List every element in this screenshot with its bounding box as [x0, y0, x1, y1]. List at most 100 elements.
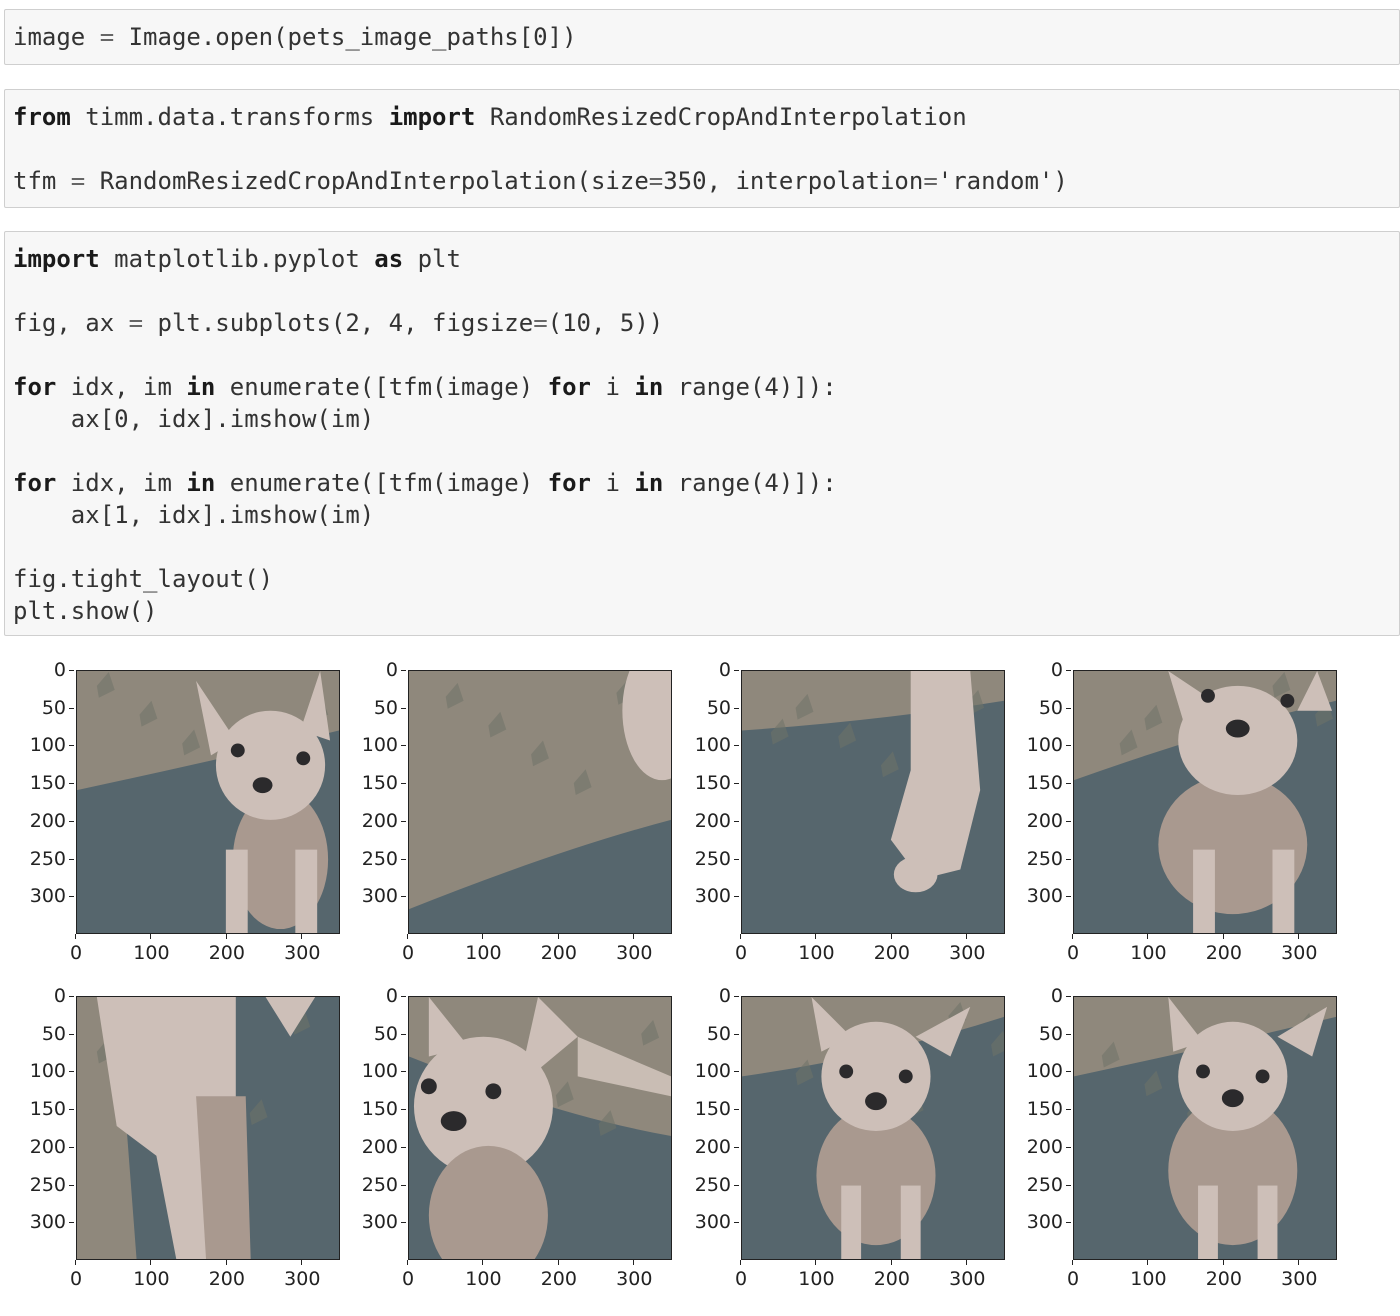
code-line: image = Image.open(pets_image_paths[0])	[13, 21, 577, 53]
y-tick-label: 300	[6, 1212, 74, 1232]
x-tick-label: 300	[937, 1260, 997, 1290]
x-tick-label: 200	[197, 934, 257, 964]
subplot-1-1: 0 50 100 150 200 250 300 0 100 200 300	[336, 986, 672, 1316]
code-text: tfm	[13, 167, 71, 195]
code-text: ax[0, idx].imshow(im)	[13, 405, 375, 433]
y-tick-label: 150	[338, 773, 406, 793]
code-keyword: for	[13, 469, 57, 497]
x-tick-label: 100	[786, 1260, 846, 1290]
y-tick-label: 100	[338, 1061, 406, 1081]
code-text: range(4)]):	[663, 373, 837, 401]
x-tick-label: 200	[529, 1260, 589, 1290]
y-tick-label: 300	[671, 1212, 739, 1232]
code-text: RandomResizedCropAndInterpolation	[475, 103, 967, 131]
code-text: plt	[403, 245, 461, 273]
subplot-0-2: 0 50 100 150 200 250 300 0 100 200 300	[669, 660, 1005, 990]
code-text: idx, im	[56, 469, 187, 497]
code-keyword: as	[374, 245, 404, 273]
code-text: ax[1, idx].imshow(im)	[13, 501, 375, 529]
y-tick-label: 0	[671, 660, 739, 680]
y-tick-label: 200	[6, 811, 74, 831]
y-tick-label: 0	[1003, 660, 1071, 680]
code-keyword: in	[634, 373, 664, 401]
y-tick-label: 50	[338, 1024, 406, 1044]
y-tick-label: 0	[1003, 986, 1071, 1006]
y-tick-label: 150	[671, 773, 739, 793]
y-tick-label: 250	[1003, 1175, 1071, 1195]
code-operator: =	[648, 167, 664, 195]
y-tick-label: 100	[6, 1061, 74, 1081]
x-tick-label: 0	[46, 934, 106, 964]
code-text: 350, interpolation	[663, 167, 924, 195]
subplot-image	[741, 670, 1005, 934]
code-text: i	[591, 373, 635, 401]
y-tick-label: 150	[1003, 773, 1071, 793]
code-text: idx, im	[56, 373, 187, 401]
y-tick-label: 50	[1003, 1024, 1071, 1044]
x-tick-label: 0	[1043, 1260, 1103, 1290]
y-tick-label: 200	[671, 811, 739, 831]
y-tick-label: 0	[338, 660, 406, 680]
code-text: fig.tight_layout()	[13, 565, 274, 593]
x-tick-label: 200	[1194, 1260, 1254, 1290]
code-text: fig, ax	[13, 309, 129, 337]
code-keyword: in	[634, 469, 664, 497]
subplot-1-2: 0 50 100 150 200 250 300 0 100 200 300	[669, 986, 1005, 1316]
y-tick-label: 100	[671, 1061, 739, 1081]
y-tick-label: 200	[671, 1137, 739, 1157]
y-tick-label: 100	[6, 735, 74, 755]
y-tick-label: 100	[671, 735, 739, 755]
y-tick-label: 200	[1003, 811, 1071, 831]
y-tick-label: 300	[1003, 886, 1071, 906]
y-tick-label: 250	[338, 849, 406, 869]
y-tick-label: 50	[671, 698, 739, 718]
x-tick-label: 300	[1269, 1260, 1329, 1290]
x-tick-label: 200	[197, 1260, 257, 1290]
x-tick-label: 100	[121, 934, 181, 964]
y-tick-label: 250	[6, 849, 74, 869]
code-text: enumerate([tfm(image)	[215, 469, 548, 497]
x-tick-label: 300	[604, 934, 664, 964]
x-tick-label: 300	[1269, 934, 1329, 964]
code-operator: =	[70, 167, 86, 195]
y-tick-label: 200	[1003, 1137, 1071, 1157]
y-tick-label: 200	[338, 811, 406, 831]
code-cell-3[interactable]: import matplotlib.pyplot as plt​fig, ax …	[4, 231, 1400, 636]
y-tick-label: 150	[6, 773, 74, 793]
y-tick-label: 150	[671, 1099, 739, 1119]
code-line: from timm.data.transforms import RandomR…	[13, 101, 967, 133]
code-cell-1[interactable]: image = Image.open(pets_image_paths[0])	[4, 9, 1400, 65]
subplot-1-3: 0 50 100 150 200 250 300 0 100 200 300	[1001, 986, 1337, 1316]
code-keyword: for	[547, 373, 592, 401]
y-tick-label: 300	[338, 886, 406, 906]
code-line: import matplotlib.pyplot as plt	[13, 243, 461, 275]
subplot-image	[76, 670, 340, 934]
y-tick-label: 150	[338, 1099, 406, 1119]
code-line: fig, ax = plt.subplots(2, 4, figsize=(10…	[13, 307, 663, 339]
code-keyword: import	[388, 103, 476, 131]
code-text: RandomResizedCropAndInterpolation(size	[85, 167, 649, 195]
y-tick-label: 0	[671, 986, 739, 1006]
y-tick-label: 50	[6, 1024, 74, 1044]
x-tick-label: 100	[121, 1260, 181, 1290]
code-operator: =	[923, 167, 938, 195]
code-line: for idx, im in enumerate([tfm(image) for…	[13, 371, 837, 403]
x-tick-label: 300	[604, 1260, 664, 1290]
x-tick-label: 200	[862, 1260, 922, 1290]
code-line: for idx, im in enumerate([tfm(image) for…	[13, 467, 837, 499]
y-tick-label: 300	[6, 886, 74, 906]
x-tick-label: 200	[862, 934, 922, 964]
code-text: i	[591, 469, 635, 497]
subplot-image	[1073, 996, 1337, 1260]
subplot-image	[408, 996, 672, 1260]
subplot-0-1: 0 50 100 150 200 250 300 0 100 200 300	[336, 660, 672, 990]
code-text: matplotlib.pyplot	[99, 245, 375, 273]
y-tick-label: 100	[1003, 735, 1071, 755]
y-tick-label: 300	[671, 886, 739, 906]
x-tick-label: 0	[711, 934, 771, 964]
code-cell-2[interactable]: from timm.data.transforms import RandomR…	[4, 89, 1400, 208]
code-line: tfm = RandomResizedCropAndInterpolation(…	[13, 165, 1068, 197]
y-tick-label: 0	[6, 660, 74, 680]
x-tick-label: 200	[529, 934, 589, 964]
x-tick-label: 100	[786, 934, 846, 964]
